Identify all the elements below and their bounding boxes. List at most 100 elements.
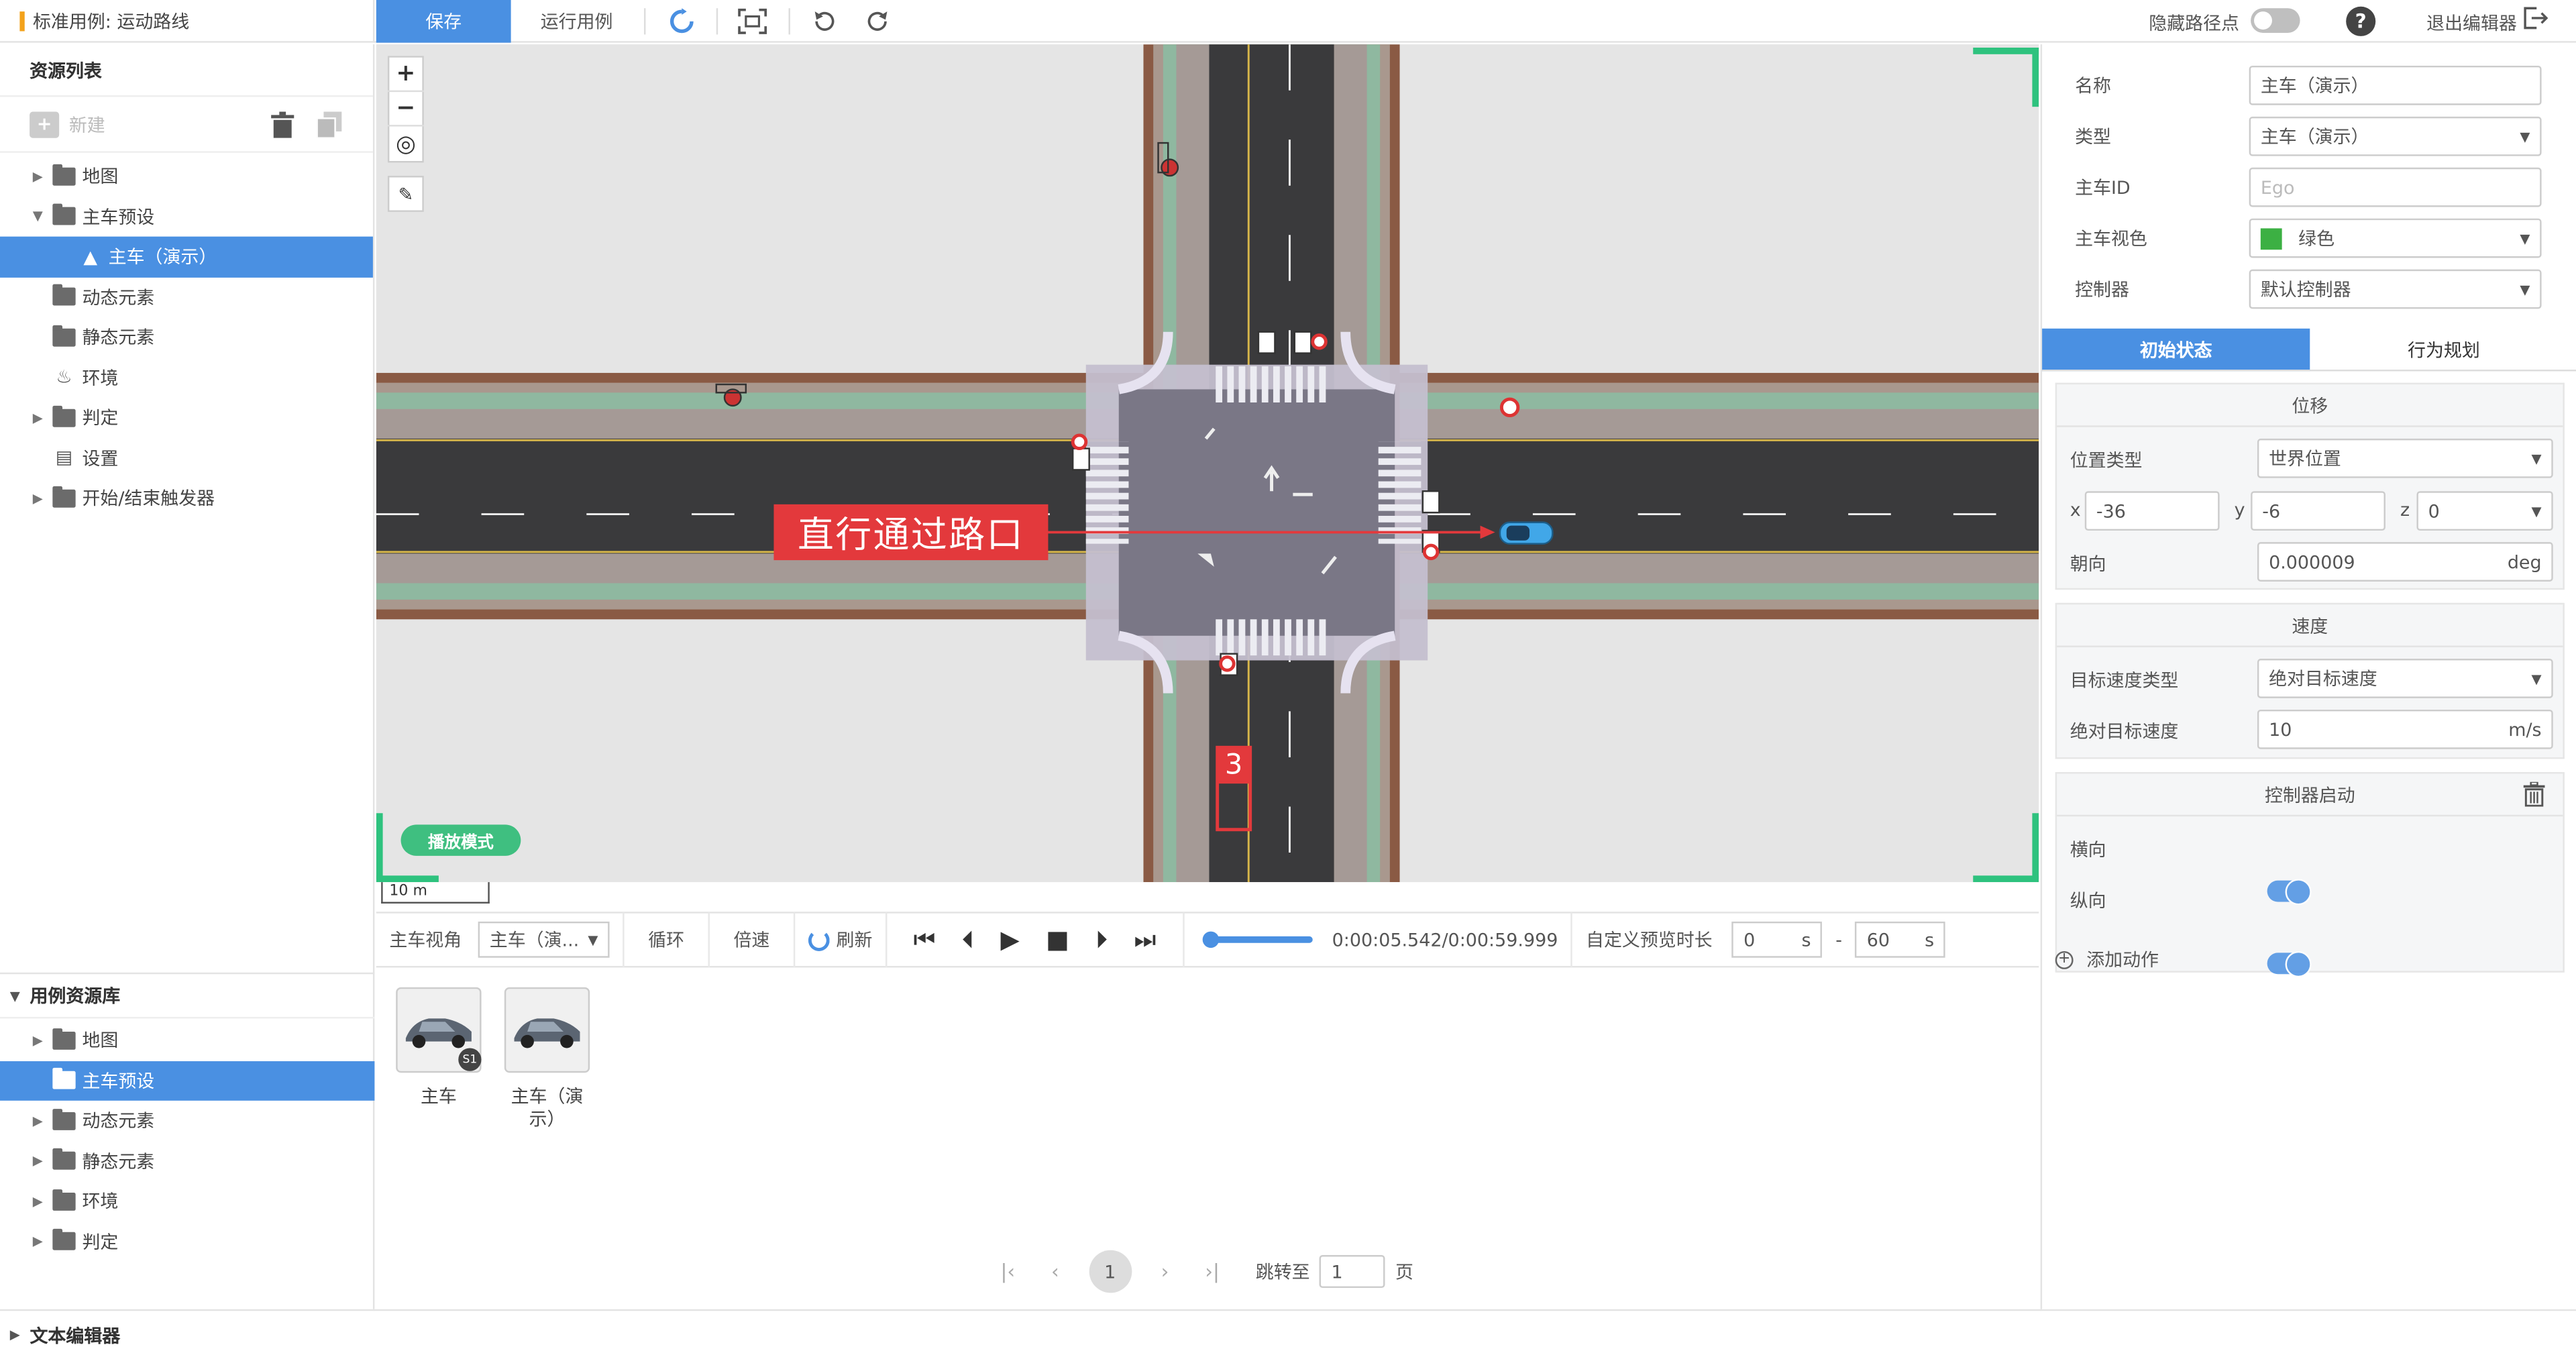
screenshot-icon[interactable] xyxy=(735,5,771,38)
tree-item[interactable]: ▼ 主车预设 xyxy=(0,197,373,237)
heading-input[interactable]: 0.000009 deg xyxy=(2257,542,2553,582)
copy-icon[interactable] xyxy=(316,111,342,144)
caret-right-icon[interactable]: ▶ xyxy=(30,411,46,425)
caret-right-icon[interactable]: ▶ xyxy=(30,1154,46,1168)
current-page[interactable]: 1 xyxy=(1088,1250,1132,1293)
jump-page-input[interactable]: 1 xyxy=(1320,1255,1386,1289)
help-icon[interactable]: ? xyxy=(2346,6,2376,36)
target-speed-type-select[interactable]: 绝对目标速度 ▼ xyxy=(2257,659,2553,698)
tree-item[interactable]: 静态元素 xyxy=(0,317,373,358)
preview-end-input[interactable]: 60 s xyxy=(1855,921,1946,958)
library-item[interactable]: ▶ 动态元素 xyxy=(0,1101,374,1141)
library-item[interactable]: 主车预设 xyxy=(0,1060,375,1101)
preview-duration-segment: 自定义预览时长 0 s - 60 s xyxy=(1572,912,1958,967)
skip-to-end-icon[interactable]: ⏭ xyxy=(1134,925,1156,955)
add-action-button[interactable]: + 添加动作 xyxy=(2055,946,2159,973)
controller-select[interactable]: 默认控制器 ▼ xyxy=(2249,269,2542,309)
stop-icon[interactable]: ■ xyxy=(1046,925,1069,955)
refresh-button[interactable]: 刷新 xyxy=(795,912,888,968)
longitudinal-switch[interactable] xyxy=(2267,950,2312,978)
exit-icon[interactable] xyxy=(2522,5,2548,38)
caret-right-icon[interactable]: ▶ xyxy=(30,169,46,184)
library-item[interactable]: ▶ 判定 xyxy=(0,1221,374,1262)
asset-item[interactable]: S1 主车 xyxy=(396,987,496,1109)
library-item[interactable]: ▶ 静态元素 xyxy=(0,1141,374,1181)
loop-button[interactable]: 循环 xyxy=(625,912,710,968)
hide-waypoints-toggle[interactable] xyxy=(2251,8,2300,33)
delete-icon[interactable] xyxy=(271,111,294,144)
caret-right-icon[interactable]: ▶ xyxy=(30,1113,46,1128)
view-select-value: 主车（演... xyxy=(489,930,580,951)
next-page-icon[interactable]: › xyxy=(1161,1260,1169,1283)
route-label[interactable]: 直行通过路口 xyxy=(773,504,1049,561)
tree-item[interactable]: ▤ 设置 xyxy=(0,438,373,478)
library-item[interactable]: ▶ 地图 xyxy=(0,1020,374,1061)
last-page-icon[interactable]: ›| xyxy=(1205,1260,1220,1283)
recenter-icon[interactable]: ◎ xyxy=(388,127,424,161)
undo-icon[interactable] xyxy=(806,5,843,38)
ego-color-select[interactable]: 绿色 ▼ xyxy=(2249,218,2542,258)
tree-item[interactable]: ▲ 主车（演示） xyxy=(0,236,373,277)
type-select[interactable]: 主车（演示） ▼ xyxy=(2249,116,2542,156)
intersection-map[interactable] xyxy=(376,44,2039,883)
lateral-switch[interactable] xyxy=(2267,879,2312,906)
text-editor-bar[interactable]: ▶ 文本编辑器 xyxy=(0,1309,2576,1359)
prev-page-icon[interactable]: ‹ xyxy=(1051,1260,1059,1283)
first-page-icon[interactable]: |‹ xyxy=(1000,1260,1015,1283)
asset-item[interactable]: 主车（演示） xyxy=(504,987,593,1132)
expand-arrow-icon[interactable]: ▶ xyxy=(10,1327,20,1342)
play-mode-badge[interactable]: 播放模式 xyxy=(400,824,521,856)
name-input[interactable]: 主车（演示） xyxy=(2249,65,2542,105)
asset-library: S1 主车 主车（演示） |‹ ‹ 1 › ›| 跳转至 1 页 xyxy=(376,969,2039,1309)
view-select[interactable]: 主车（演... ▼ xyxy=(478,921,610,958)
ruler-icon[interactable]: ✎ xyxy=(388,177,424,210)
preview-start-input[interactable]: 0 s xyxy=(1731,921,1823,958)
z-input[interactable]: 0 ▼ xyxy=(2416,491,2553,531)
play-icon[interactable]: ▶ xyxy=(1001,925,1020,955)
caret-right-icon[interactable]: ▶ xyxy=(30,1033,46,1048)
tree-item[interactable]: ▶ 开始/结束触发器 xyxy=(0,478,373,519)
tree-item[interactable]: ▶ 判定 xyxy=(0,398,373,438)
position-type-select[interactable]: 世界位置 ▼ xyxy=(2257,438,2553,478)
delete-icon[interactable] xyxy=(2523,781,2545,812)
collapse-arrow-icon[interactable]: ▼ xyxy=(10,988,20,1003)
caret-down-icon[interactable]: ▼ xyxy=(30,209,46,224)
zoom-out-button[interactable]: − xyxy=(387,92,424,127)
loading-icon[interactable] xyxy=(663,5,700,38)
jump-page-value: 1 xyxy=(1331,1260,1343,1283)
chevron-down-icon: ▼ xyxy=(2531,451,2542,466)
caret-right-icon[interactable]: ▶ xyxy=(30,1194,46,1209)
view-corner xyxy=(2032,813,2039,879)
tree-item[interactable]: 动态元素 xyxy=(0,277,373,317)
redo-icon[interactable] xyxy=(859,5,896,38)
waypoint-number[interactable]: 3 xyxy=(1218,747,1250,783)
asset-thumbnail[interactable] xyxy=(504,987,590,1073)
abs-speed-input[interactable]: 10 m/s xyxy=(2257,709,2553,749)
skip-to-start-icon[interactable]: ⏮ xyxy=(914,925,936,955)
caret-right-icon[interactable]: ▶ xyxy=(30,491,46,506)
tab-behavior-planning[interactable]: 行为规划 xyxy=(2310,329,2576,372)
zoom-in-button[interactable]: + xyxy=(387,58,424,93)
top-toolbar: 标准用例: 运动路线 保存 运行用例 隐藏路径点 ? 退出编辑器 xyxy=(0,0,2576,43)
caret-right-icon[interactable]: ▶ xyxy=(30,1234,46,1249)
ego-id-input[interactable]: Ego xyxy=(2249,167,2542,207)
speed-button[interactable]: 倍速 xyxy=(710,912,796,968)
timeline-slider[interactable] xyxy=(1202,931,1313,948)
tree-item[interactable]: ▶ 地图 xyxy=(0,156,373,197)
step-forward-icon[interactable]: ⏵ xyxy=(1095,925,1108,955)
save-button[interactable]: 保存 xyxy=(376,0,511,43)
new-resource-button[interactable]: 新建 xyxy=(69,111,105,137)
step-back-icon[interactable]: ⏴ xyxy=(962,925,974,955)
tab-initial-state[interactable]: 初始状态 xyxy=(2042,328,2310,372)
tree-item[interactable]: ♨ 环境 xyxy=(0,358,373,398)
y-input[interactable]: -6 xyxy=(2251,491,2385,531)
x-input[interactable]: -36 xyxy=(2084,491,2220,531)
exit-editor-button[interactable]: 退出编辑器 xyxy=(2426,10,2517,36)
run-case-button[interactable]: 运行用例 xyxy=(511,0,643,43)
library-header[interactable]: ▼ 用例资源库 xyxy=(0,972,375,1019)
add-icon[interactable]: + xyxy=(30,111,60,138)
map-canvas[interactable]: 直行通过路口 3 + − ◎ ✎ xyxy=(376,44,2039,883)
library-item[interactable]: ▶ 环境 xyxy=(0,1181,374,1221)
view-corner xyxy=(376,875,439,883)
abs-speed-label: 绝对目标速度 xyxy=(2070,721,2179,743)
